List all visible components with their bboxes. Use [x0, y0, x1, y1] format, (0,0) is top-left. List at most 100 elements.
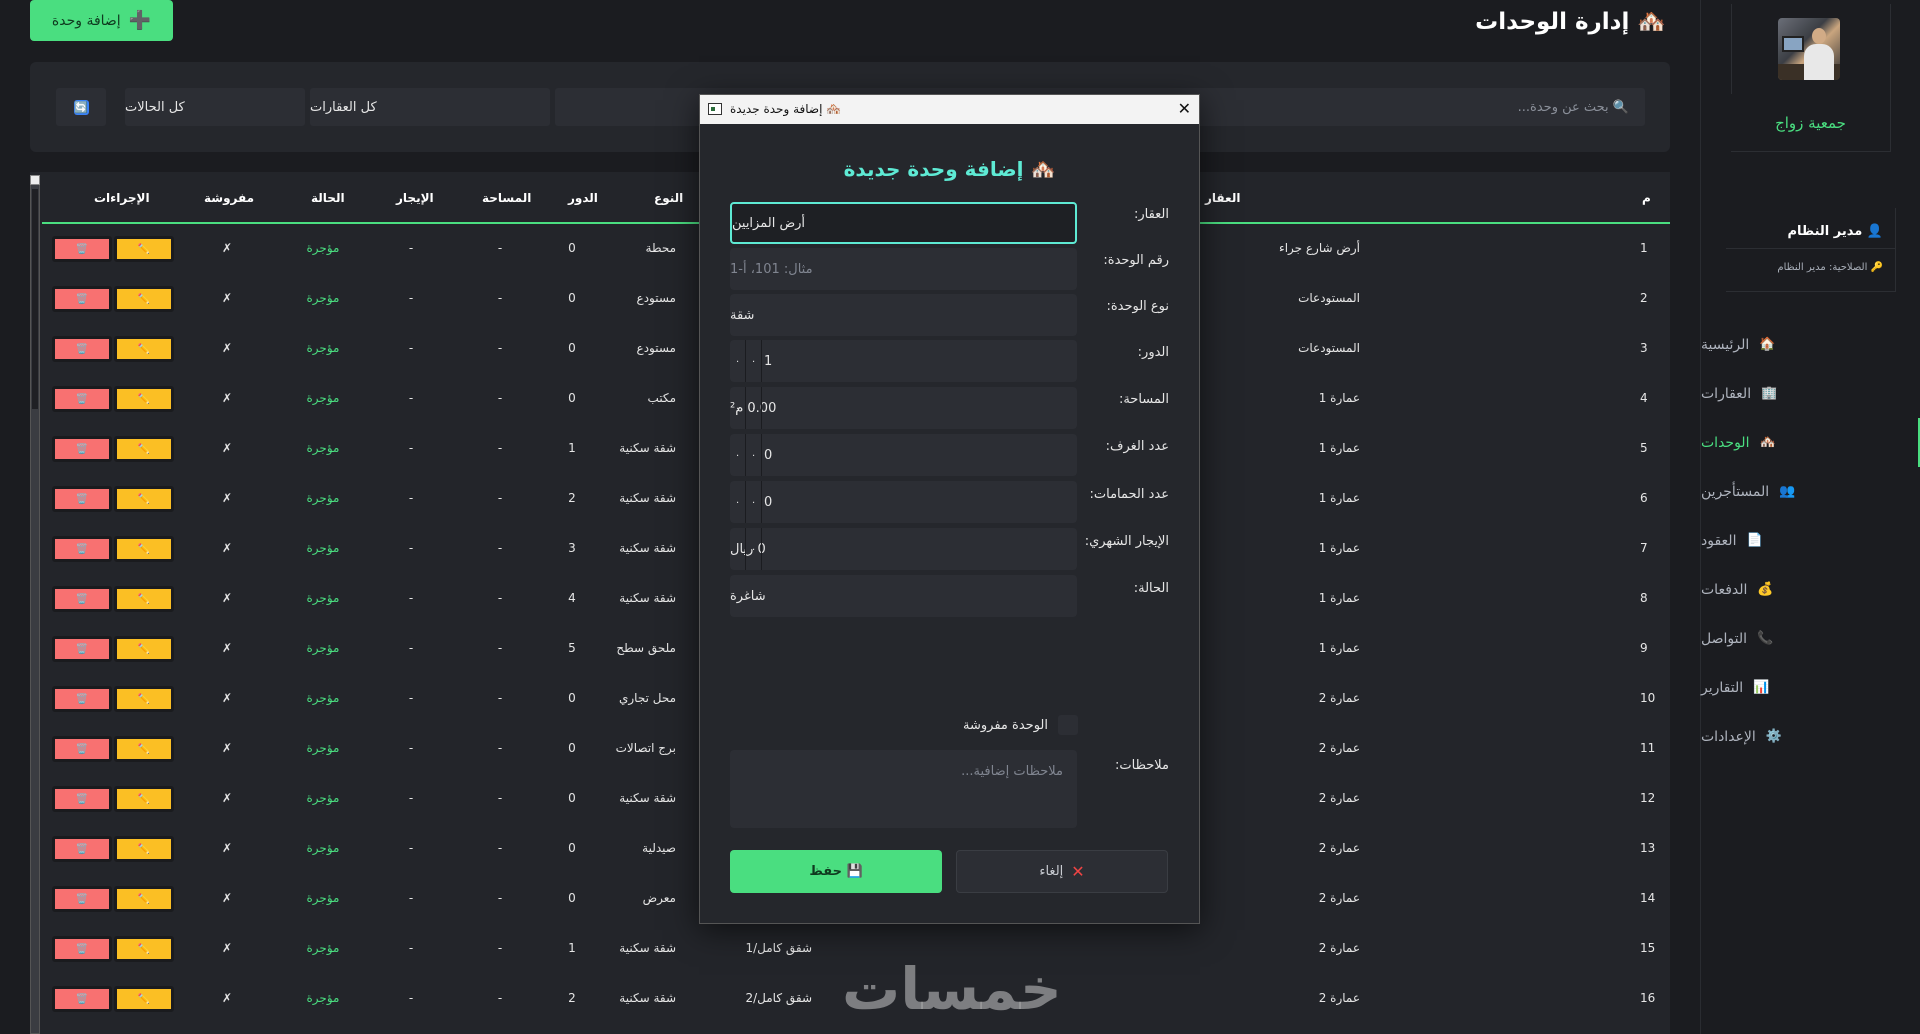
cell-num: 7 [1640, 541, 1648, 555]
cell-furnished: ✗ [221, 491, 233, 505]
sidebar-item[interactable]: 🏘️ الوحدات [1701, 418, 1920, 467]
edit-button[interactable]: ✏️ [114, 236, 174, 262]
spin-down-button[interactable]: ٠ [746, 434, 762, 476]
edit-button[interactable]: ✏️ [114, 936, 174, 962]
col-rent[interactable]: الإيجار [396, 191, 434, 205]
area-stepper[interactable]: ٠٠ 0.00 م² [730, 387, 1077, 429]
spin-up-button[interactable]: ٠ [730, 340, 746, 382]
col-floor[interactable]: الدور [568, 191, 598, 205]
edit-button[interactable]: ✏️ [114, 886, 174, 912]
col-property[interactable]: العقار [1205, 191, 1240, 205]
cell-num: 10 [1640, 691, 1656, 705]
delete-button[interactable]: 🗑️ [52, 836, 112, 862]
delete-button[interactable]: 🗑️ [52, 686, 112, 712]
floor-stepper[interactable]: ٠٠ 1 [730, 340, 1077, 382]
delete-button[interactable]: 🗑️ [52, 986, 112, 1012]
notes-textarea[interactable]: ملاحظات إضافية... [730, 750, 1077, 828]
sidebar-item[interactable]: ⚙️ الإعدادات [1701, 712, 1920, 761]
delete-button[interactable]: 🗑️ [52, 936, 112, 962]
edit-button[interactable]: ✏️ [114, 986, 174, 1012]
sidebar-item[interactable]: 👥 المستأجرين [1701, 467, 1920, 516]
bathrooms-stepper[interactable]: ٠٠ 0 [730, 481, 1077, 523]
delete-button[interactable]: 🗑️ [52, 786, 112, 812]
delete-button[interactable]: 🗑️ [52, 436, 112, 462]
cell-area: - [497, 741, 503, 755]
delete-button[interactable]: 🗑️ [52, 586, 112, 612]
delete-button[interactable]: 🗑️ [52, 736, 112, 762]
spin-up-button[interactable]: ٠ [730, 434, 746, 476]
edit-button[interactable]: ✏️ [114, 536, 174, 562]
delete-button[interactable]: 🗑️ [52, 236, 112, 262]
edit-button[interactable]: ✏️ [114, 686, 174, 712]
refresh-button[interactable]: 🔄 [56, 88, 106, 126]
sidebar-item[interactable]: 📄 العقود [1701, 516, 1920, 565]
table-scrollbar[interactable] [30, 175, 40, 1034]
spin-up-button[interactable]: ٠ [730, 528, 746, 570]
close-icon[interactable]: ✕ [1178, 99, 1191, 118]
edit-button[interactable]: ✏️ [114, 436, 174, 462]
edit-button[interactable]: ✏️ [114, 786, 174, 812]
furnished-checkbox[interactable] [1058, 715, 1078, 735]
scroll-up-arrow-icon[interactable] [30, 175, 40, 185]
delete-button[interactable]: 🗑️ [52, 386, 112, 412]
sidebar-item[interactable]: 📞 التواصل [1701, 614, 1920, 663]
sidebar-item-label: العقود [1701, 532, 1737, 549]
status-select[interactable]: شاغرة [730, 575, 1077, 617]
sidebar-item[interactable]: 📊 التقارير [1701, 663, 1920, 712]
edit-button[interactable]: ✏️ [114, 336, 174, 362]
delete-button[interactable]: 🗑️ [52, 636, 112, 662]
col-type[interactable]: النوع [654, 191, 683, 205]
cell-area: - [497, 341, 503, 355]
spin-down-button[interactable]: ٠ [746, 387, 762, 429]
scrollbar-thumb[interactable] [32, 189, 38, 409]
sidebar-item[interactable]: 💰 الدفعات [1701, 565, 1920, 614]
cell-property: عمارة 2 [1318, 741, 1360, 755]
edit-button[interactable]: ✏️ [114, 736, 174, 762]
dialog-titlebar[interactable]: 🏘️ إضافة وحدة جديدة ✕ [700, 95, 1199, 124]
edit-button[interactable]: ✏️ [114, 386, 174, 412]
furnished-checkbox-row[interactable]: الوحدة مفروشة [963, 715, 1078, 735]
unit-number-input[interactable]: مثال: 101، أ-1 [730, 248, 1077, 290]
unit-type-select[interactable]: شقة [730, 294, 1077, 336]
cell-furnished: ✗ [221, 841, 233, 855]
cell-furnished: ✗ [221, 991, 233, 1005]
cell-num: 9 [1640, 641, 1648, 655]
delete-button[interactable]: 🗑️ [52, 886, 112, 912]
edit-button[interactable]: ✏️ [114, 636, 174, 662]
rent-stepper[interactable]: ٠٠ 0 ريال [730, 528, 1077, 570]
spin-down-button[interactable]: ٠ [746, 528, 762, 570]
spin-down-button[interactable]: ٠ [746, 481, 762, 523]
edit-button[interactable]: ✏️ [114, 586, 174, 612]
cell-status: مؤجرة [306, 641, 340, 655]
delete-button[interactable]: 🗑️ [52, 486, 112, 512]
col-area[interactable]: المساحة [482, 191, 531, 205]
delete-button[interactable]: 🗑️ [52, 286, 112, 312]
save-button[interactable]: 💾 حفظ [730, 850, 942, 893]
cell-property: عمارة 1 [1318, 641, 1360, 655]
sidebar-item[interactable]: 🏠 الرئيسية [1701, 320, 1920, 369]
sidebar-item-label: العقارات [1701, 385, 1752, 402]
add-unit-button[interactable]: ➕ إضافة وحدة [30, 0, 173, 41]
delete-button[interactable]: 🗑️ [52, 336, 112, 362]
rooms-stepper[interactable]: ٠٠ 0 [730, 434, 1077, 476]
sidebar-item-label: الدفعات [1701, 581, 1748, 598]
col-status[interactable]: الحالة [311, 191, 345, 205]
spin-down-button[interactable]: ٠ [746, 340, 762, 382]
spin-up-button[interactable]: ٠ [730, 481, 746, 523]
col-num[interactable]: م [1642, 191, 1651, 205]
status-filter-select[interactable]: كل الحالات [125, 88, 305, 126]
property-filter-select[interactable]: كل العقارات [310, 88, 550, 126]
cancel-button[interactable]: ✕ إلغاء [956, 850, 1168, 893]
edit-button[interactable]: ✏️ [114, 836, 174, 862]
cell-rent: - [408, 391, 414, 405]
property-select[interactable]: أرض المزايين [730, 202, 1077, 244]
delete-button[interactable]: 🗑️ [52, 536, 112, 562]
cell-rent: - [408, 491, 414, 505]
edit-button[interactable]: ✏️ [114, 486, 174, 512]
cell-status: مؤجرة [306, 241, 340, 255]
sidebar-item[interactable]: 🏢 العقارات [1701, 369, 1920, 418]
col-furnished[interactable]: مفروشة [204, 191, 254, 205]
edit-button[interactable]: ✏️ [114, 286, 174, 312]
col-actions[interactable]: الإجراءات [94, 191, 150, 205]
spin-up-button[interactable]: ٠ [730, 387, 746, 429]
